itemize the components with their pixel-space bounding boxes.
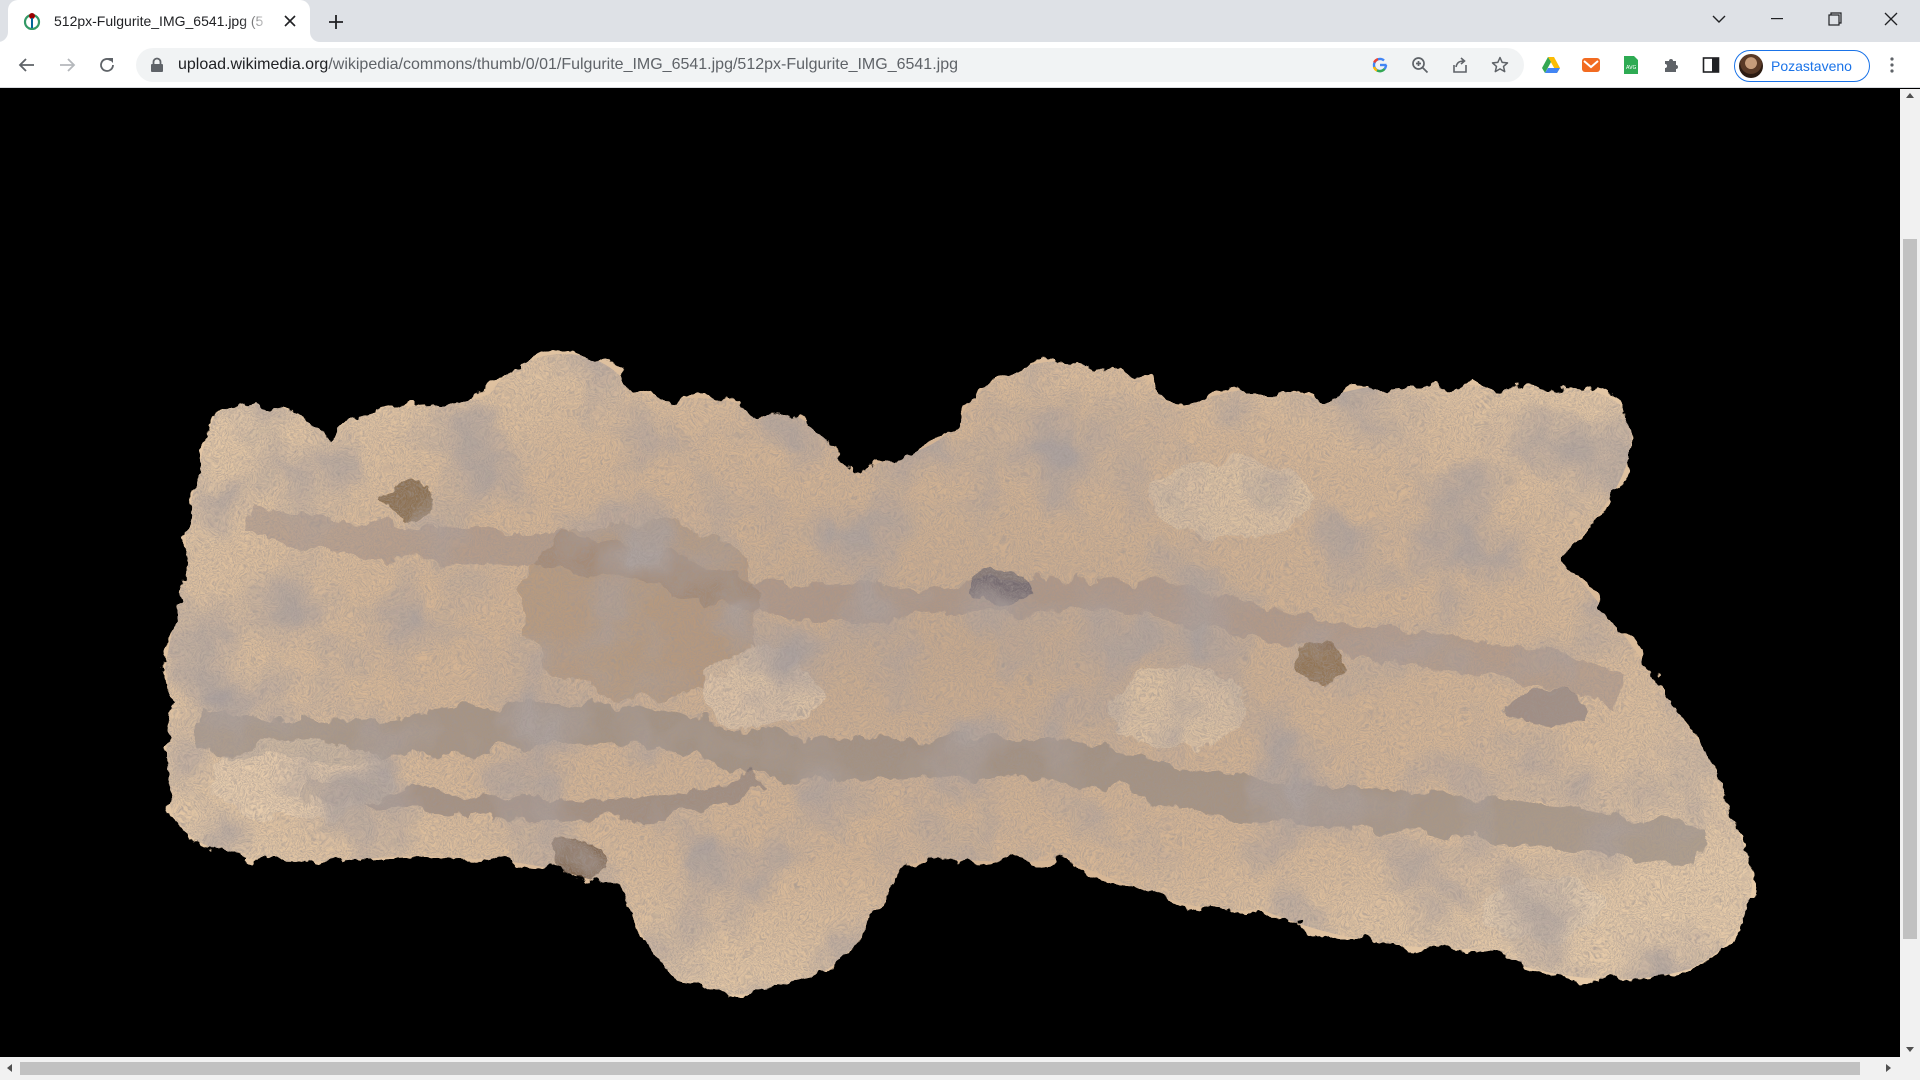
- active-tab[interactable]: 512px-Fulgurite_IMG_6541.jpg (5: [8, 0, 310, 42]
- new-tab-icon[interactable]: [322, 8, 350, 36]
- minimize-icon[interactable]: [1748, 0, 1806, 38]
- scroll-down-arrow-icon[interactable]: [1906, 1047, 1914, 1052]
- scroll-up-arrow-icon[interactable]: [1906, 93, 1914, 98]
- side-panel-icon[interactable]: [1699, 53, 1723, 77]
- scroll-right-arrow-icon[interactable]: [1886, 1064, 1891, 1072]
- url-path: /wikipedia/commons/thumb/0/01/Fulgurite_…: [328, 56, 958, 73]
- share-icon[interactable]: [1448, 53, 1472, 77]
- tab-strip: 512px-Fulgurite_IMG_6541.jpg (5: [0, 0, 1920, 42]
- close-tab-icon[interactable]: [280, 11, 300, 31]
- vertical-scrollbar[interactable]: [1900, 89, 1920, 1057]
- google-lens-icon[interactable]: [1368, 53, 1392, 77]
- profile-status-label: Pozastaveno: [1771, 58, 1852, 74]
- browser-toolbar: upload.wikimedia.org/wikipedia/commons/t…: [0, 42, 1920, 88]
- tab-search-icon[interactable]: [1690, 0, 1748, 38]
- url-host: upload.wikimedia.org: [178, 56, 329, 73]
- vertical-scroll-thumb[interactable]: [1903, 239, 1917, 939]
- kebab-menu-icon[interactable]: [1880, 53, 1904, 77]
- avatar: [1739, 54, 1763, 78]
- address-bar[interactable]: upload.wikimedia.org/wikipedia/commons/t…: [136, 48, 1524, 82]
- bookmark-star-icon[interactable]: [1488, 53, 1512, 77]
- restore-icon[interactable]: [1806, 0, 1864, 38]
- zoom-icon[interactable]: [1408, 53, 1432, 77]
- url-text[interactable]: upload.wikimedia.org/wikipedia/commons/t…: [178, 56, 958, 74]
- scroll-left-arrow-icon[interactable]: [7, 1064, 12, 1072]
- horizontal-scroll-thumb[interactable]: [20, 1062, 1860, 1075]
- close-window-icon[interactable]: [1862, 0, 1920, 38]
- extensions-puzzle-icon[interactable]: [1659, 53, 1683, 77]
- lock-icon[interactable]: [150, 57, 166, 73]
- forward-icon[interactable]: [51, 49, 83, 81]
- page-viewport: [0, 89, 1900, 1057]
- profile-button[interactable]: Pozastaveno: [1734, 50, 1870, 82]
- wikimedia-icon: [22, 11, 42, 31]
- fulgurite-image: [0, 89, 1900, 1057]
- tab-title: 512px-Fulgurite_IMG_6541.jpg (5: [54, 13, 264, 29]
- horizontal-scrollbar[interactable]: [0, 1057, 1920, 1080]
- mail-extension-icon[interactable]: [1579, 53, 1603, 77]
- google-drive-icon[interactable]: [1539, 53, 1563, 77]
- back-icon[interactable]: [11, 49, 43, 81]
- svg-text:AVG: AVG: [1626, 65, 1637, 71]
- reload-icon[interactable]: [91, 49, 123, 81]
- avg-extension-icon[interactable]: AVG: [1619, 53, 1643, 77]
